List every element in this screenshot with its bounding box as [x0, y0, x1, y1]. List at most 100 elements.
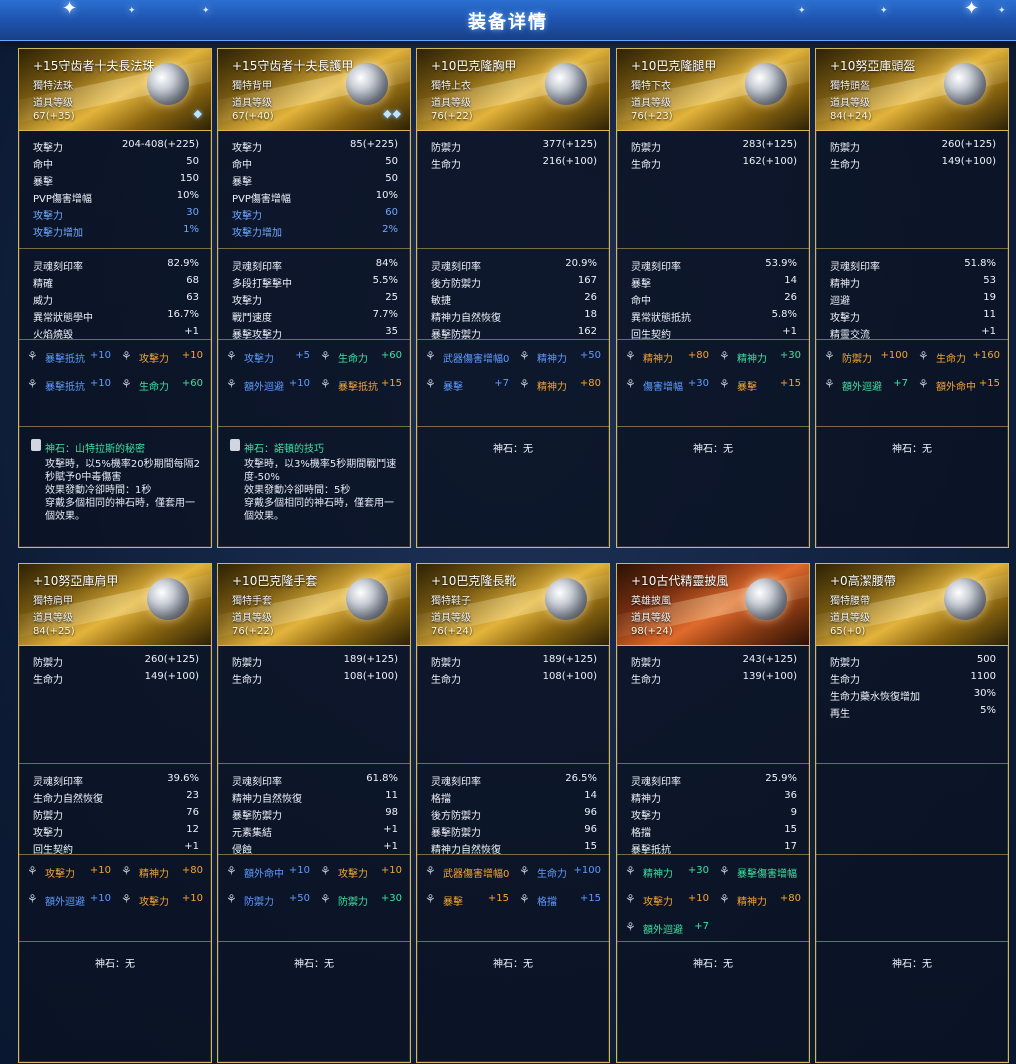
bonus-item[interactable]: ⚘ 暴擊抵抗 +10 — [27, 349, 111, 366]
stat-name: 灵魂刻印率 — [631, 262, 681, 273]
item-icon[interactable] — [147, 63, 189, 105]
bonus-item[interactable]: ⚘ 精神力 +50 — [519, 349, 601, 366]
stat-row: 暴擊防禦力 162 — [417, 324, 609, 341]
item-header: +10古代精靈披風 英雄披風 道具等级 98(+24) — [617, 564, 809, 646]
item-type: 獨特法珠 — [33, 81, 73, 92]
stat-name: 威力 — [33, 296, 53, 307]
bonus-item[interactable]: ⚘ 生命力 +60 — [320, 349, 402, 366]
bonus-item[interactable]: ⚘ 暴擊 +15 — [719, 377, 801, 394]
bonus-item[interactable]: ⚘ 精神力 +80 — [519, 377, 601, 394]
equipment-card[interactable]: +10巴克隆長靴 獨特鞋子 道具等级 76(+24) 防禦力 189(+125) 生命力 10… — [416, 563, 610, 1063]
rune-icon: ⚘ — [918, 349, 929, 363]
item-icon[interactable] — [147, 578, 189, 620]
bonus-item[interactable]: ⚘ 額外命中 +10 — [226, 864, 310, 881]
bonus-item[interactable]: ⚘ 額外迴避 +7 — [625, 920, 709, 937]
bonus-row: ⚘ 額外命中 +10 ⚘ 攻擊力 +10 — [218, 858, 410, 886]
bonus-item[interactable]: ⚘ 攻擊力 +10 — [121, 892, 203, 909]
bonus-item[interactable]: ⚘ 精神力 +30 — [625, 864, 709, 881]
bonus-item[interactable]: ⚘ 防禦力 +30 — [320, 892, 402, 909]
bonus-value: +80 — [779, 893, 801, 904]
bonus-item[interactable]: ⚘ 傷害增幅 +30 — [625, 377, 709, 394]
stone-icon — [230, 439, 240, 451]
stat-row: 威力 63 — [19, 290, 211, 307]
bonus-item[interactable]: ⚘ 生命力 +60 — [121, 377, 203, 394]
bonus-item[interactable]: ⚘ 格擋 +15 — [519, 892, 601, 909]
stat-row: 暴擊防禦力 98 — [218, 805, 410, 822]
equipment-card[interactable]: +10巴克隆胸甲 獨特上衣 道具等级 76(+22) 防禦力 377(+125) 生命力 21… — [416, 48, 610, 548]
bonus-value: +15 — [380, 378, 402, 389]
bonus-item[interactable]: ⚘ 攻擊力 +10 — [121, 349, 203, 366]
stone-name: 神石：山特拉斯的秘密 — [45, 444, 145, 455]
bonus-item[interactable]: ⚘ 精神力 +30 — [719, 349, 801, 366]
stat-row: 防禦力 500 — [816, 652, 1008, 669]
bonus-item[interactable]: ⚘ 精神力 +80 — [625, 349, 709, 366]
stat-name: 暴擊攻擊力 — [232, 330, 282, 341]
equipment-card[interactable]: +15守齿者十夫長法珠 獨特法珠 道具等级 67(+35) ◆ 攻擊力 204-408(+2… — [18, 48, 212, 548]
stat-value: 9 — [790, 807, 797, 818]
item-icon[interactable] — [545, 63, 587, 105]
rune-icon: ⚘ — [719, 349, 730, 363]
equipment-card[interactable]: +10努亞庫肩甲 獨特肩甲 道具等级 84(+25) 防禦力 260(+125) 生命力 14… — [18, 563, 212, 1063]
bonus-item[interactable]: ⚘ 額外命中 +15 — [918, 377, 1000, 394]
item-icon[interactable] — [346, 578, 388, 620]
bonus-item[interactable]: ⚘ 暴擊 +7 — [425, 377, 509, 394]
bonus-item[interactable]: ⚘ 暴擊 +15 — [425, 892, 509, 909]
bonus-item[interactable]: ⚘ 武器傷害增幅0 — [425, 349, 509, 366]
equipment-card[interactable]: +10努亞庫頭盔 獨特頭盔 道具等级 84(+24) 防禦力 260(+125) 生命力 14… — [815, 48, 1009, 548]
bonus-item[interactable]: ⚘ 精神力 +80 — [719, 892, 801, 909]
bonus-row: ⚘ 攻擊力 +10 ⚘ 精神力 +80 — [617, 886, 809, 914]
equipment-card[interactable]: +15守齿者十夫長護甲 獨特背甲 道具等级 67(+40) ◆◆ 攻擊力 85(+225) 命… — [217, 48, 411, 548]
equipment-card[interactable]: +10巴克隆手套 獨特手套 道具等级 76(+22) 防禦力 189(+125) 生命力 10… — [217, 563, 411, 1063]
stat-name: 攻擊力增加 — [232, 228, 282, 239]
bonus-stats: ⚘ 精神力 +80 ⚘ 精神力 +30 ⚘ 傷害增幅 +30 ⚘ 暴擊 +15 — [617, 341, 809, 427]
item-icon[interactable] — [745, 578, 787, 620]
stat-value: 50 — [385, 173, 398, 184]
bonus-value: +10 — [89, 378, 111, 389]
bonus-value: +10 — [89, 893, 111, 904]
bonus-item[interactable]: ⚘ 暴擊傷害增幅 — [719, 864, 801, 881]
bonus-item[interactable]: ⚘ 生命力 +160 — [918, 349, 1000, 366]
stone-name: 神石：无 — [892, 959, 932, 970]
stat-name: 攻擊力 — [33, 143, 63, 154]
bonus-item[interactable]: ⚘ 暴擊抵抗 +15 — [320, 377, 402, 394]
stat-name: 迴避 — [830, 296, 850, 307]
item-level-label: 道具等级 — [631, 613, 671, 624]
bonus-item[interactable]: ⚘ 武器傷害增幅0 — [425, 864, 509, 881]
stat-row: 暴擊 150 — [19, 171, 211, 188]
bonus-item[interactable]: ⚘ 防禦力 +100 — [824, 349, 908, 366]
stat-row: 攻擊力 60 — [218, 205, 410, 222]
bonus-item[interactable]: ⚘ 攻擊力 +10 — [625, 892, 709, 909]
bonus-item[interactable]: ⚘ 額外迴避 +10 — [226, 377, 310, 394]
equipment-card[interactable]: +10巴克隆腿甲 獨特下衣 道具等级 76(+23) 防禦力 283(+125) 生命力 16… — [616, 48, 810, 548]
bonus-item[interactable]: ⚘ 精神力 +80 — [121, 864, 203, 881]
bonus-name: 攻擊力 — [139, 354, 169, 365]
item-icon[interactable] — [346, 63, 388, 105]
equipment-card[interactable]: +10古代精靈披風 英雄披風 道具等级 98(+24) 防禦力 243(+125) 生命力 1… — [616, 563, 810, 1063]
stat-value: 1% — [183, 224, 199, 235]
stat-row: 灵魂刻印率 26.5% — [417, 771, 609, 788]
bonus-item[interactable]: ⚘ 防禦力 +50 — [226, 892, 310, 909]
rune-icon: ⚘ — [625, 892, 636, 906]
item-name: +0高潔腰帶 — [830, 574, 896, 588]
bonus-item[interactable]: ⚘ 攻擊力 +10 — [320, 864, 402, 881]
item-level-label: 道具等级 — [431, 98, 471, 109]
bonus-item[interactable]: ⚘ 暴擊抵抗 +10 — [27, 377, 111, 394]
stat-value: 108(+100) — [542, 671, 597, 682]
bonus-value: +160 — [972, 350, 1000, 361]
item-icon[interactable] — [944, 578, 986, 620]
item-icon[interactable] — [745, 63, 787, 105]
bonus-name: 攻擊力 — [244, 354, 274, 365]
item-type: 英雄披風 — [631, 596, 671, 607]
bonus-item[interactable]: ⚘ 額外迴避 +7 — [824, 377, 908, 394]
bonus-item[interactable]: ⚘ 攻擊力 +5 — [226, 349, 310, 366]
bonus-item[interactable]: ⚘ 額外迴避 +10 — [27, 892, 111, 909]
item-icon[interactable] — [545, 578, 587, 620]
stat-name: 攻擊力 — [830, 313, 860, 324]
item-icon[interactable] — [944, 63, 986, 105]
bonus-item[interactable]: ⚘ 攻擊力 +10 — [27, 864, 111, 881]
equipment-card[interactable]: +0高潔腰帶 獨特腰帶 道具等级 65(+0) 防禦力 500 生命力 1100 生命力藥水恢復… — [815, 563, 1009, 1063]
bonus-value: +60 — [181, 378, 203, 389]
bonus-item[interactable]: ⚘ 生命力 +100 — [519, 864, 601, 881]
stat-row: 後方防禦力 167 — [417, 273, 609, 290]
bonus-value: +30 — [380, 893, 402, 904]
